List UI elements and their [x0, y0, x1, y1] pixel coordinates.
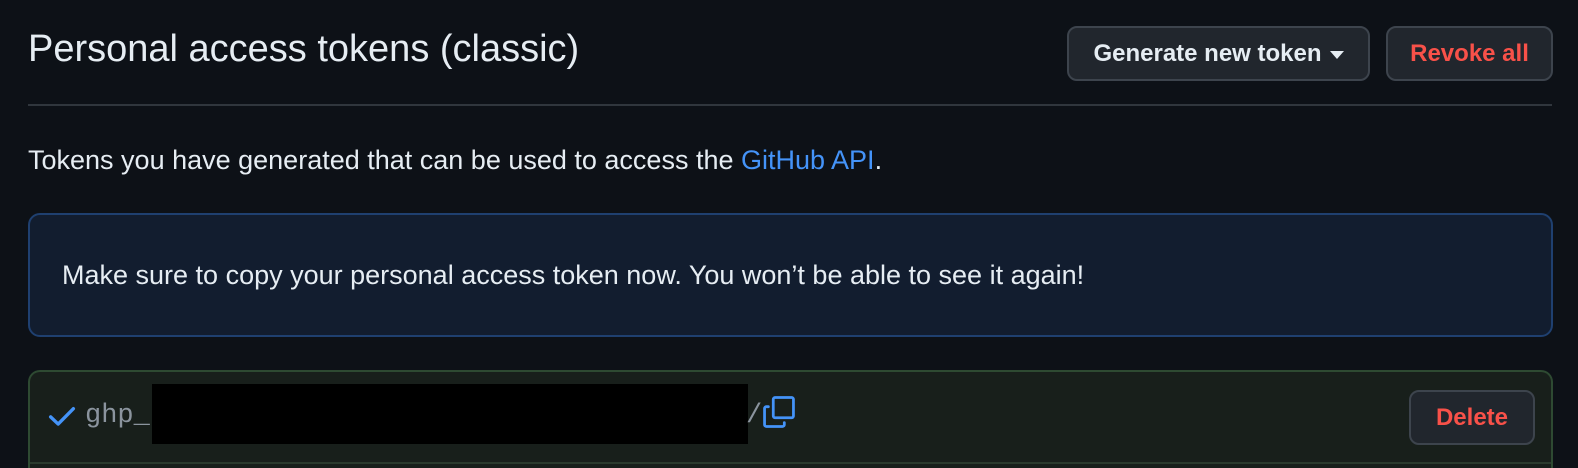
flash-message: Make sure to copy your personal access t… — [62, 260, 1085, 290]
check-icon — [48, 406, 76, 426]
new-token-box: ghp_ / Delete — [28, 370, 1553, 468]
page-title: Personal access tokens (classic) — [28, 28, 580, 70]
delete-token-button[interactable]: Delete — [1409, 390, 1535, 445]
intro-text-after-link: . — [874, 145, 883, 175]
intro-text: Tokens you have generated that can be us… — [28, 140, 882, 180]
intro-text-before-link: Tokens you have generated that can be us… — [28, 145, 741, 175]
github-api-link[interactable]: GitHub API — [741, 145, 875, 175]
page-header: Personal access tokens (classic) Generat… — [28, 0, 1553, 106]
token-row: ghp_ / Delete — [30, 372, 1551, 464]
revoke-all-button[interactable]: Revoke all — [1386, 26, 1553, 81]
caret-down-icon — [1329, 50, 1344, 59]
token-redaction-block — [152, 384, 748, 444]
page: Personal access tokens (classic) Generat… — [0, 0, 1578, 468]
copy-token-flash-notice: Make sure to copy your personal access t… — [28, 213, 1553, 337]
generate-new-token-button[interactable]: Generate new token — [1067, 26, 1370, 81]
generate-new-token-label: Generate new token — [1093, 39, 1322, 67]
token-prefix: ghp_ — [85, 401, 150, 431]
token-visible-suffix: / — [746, 401, 763, 431]
copy-icon[interactable] — [762, 395, 796, 429]
